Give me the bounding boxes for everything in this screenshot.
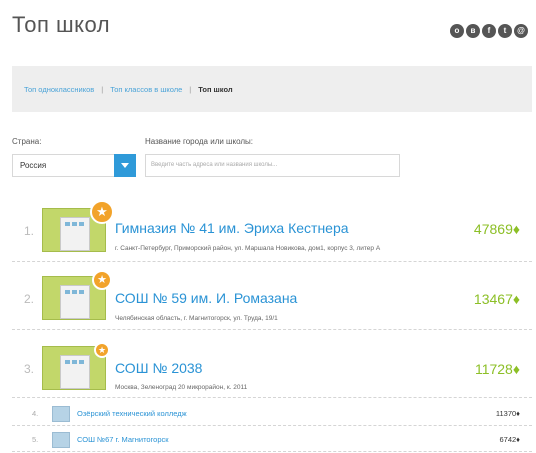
star-badge-icon: ★ <box>94 342 110 358</box>
mail-icon[interactable]: @ <box>514 24 528 38</box>
page-title: Топ школ <box>12 12 111 37</box>
school-score: 6742♦ <box>499 435 520 444</box>
breadcrumb-separator: | <box>189 84 192 94</box>
top-school-row[interactable]: 3. ★ СОШ № 2038 Москва, Зеленоград 20 ми… <box>12 332 532 398</box>
breadcrumb-top-schools: Топ школ <box>198 84 233 94</box>
rank-number: 4. <box>32 409 39 418</box>
city-label: Название города или школы: <box>145 137 253 146</box>
rank-number: 2. <box>24 292 35 306</box>
breadcrumb-top-classmates[interactable]: Топ одноклассников <box>24 85 94 94</box>
school-name-link[interactable]: СОШ №67 г. Магнитогорск <box>77 435 169 444</box>
country-select[interactable]: Россия <box>12 154 136 177</box>
odnoklassniki-icon[interactable]: о <box>450 24 464 38</box>
top-school-row[interactable]: 2. ★ СОШ № 59 им. И. Ромазана Челябинска… <box>12 264 532 330</box>
twitter-icon[interactable]: t <box>498 24 512 38</box>
breadcrumb: Топ одноклассников | Топ классов в школе… <box>12 66 532 112</box>
school-score: 11728♦ <box>474 361 520 377</box>
school-score: 11370♦ <box>495 409 520 418</box>
school-name-link[interactable]: Гимназия № 41 им. Эриха Кестнера <box>115 220 349 236</box>
header: Топ школ о в f t @ <box>0 0 536 54</box>
star-badge-icon: ★ <box>90 200 114 224</box>
vk-icon[interactable]: в <box>466 24 480 38</box>
school-address: Челябинская область, г. Магнитогорск, ул… <box>115 315 278 322</box>
list-item[interactable]: 5. СОШ №67 г. Магнитогорск 6742♦ <box>12 430 532 452</box>
social-links: о в f t @ <box>450 24 528 38</box>
list-item[interactable]: 4. Озёрский технический колледж 11370♦ <box>12 404 532 426</box>
country-value: Россия <box>20 161 47 170</box>
school-score: 13467♦ <box>473 291 520 307</box>
chevron-down-icon[interactable] <box>114 154 136 177</box>
breadcrumb-top-classes[interactable]: Топ классов в школе <box>110 85 182 94</box>
top-school-row[interactable]: 1. ★ Гимназия № 41 им. Эриха Кестнера г.… <box>12 196 532 262</box>
school-address: Москва, Зеленоград 20 микрорайон, к. 201… <box>115 384 248 391</box>
school-score: 47869♦ <box>473 221 520 237</box>
breadcrumb-separator: | <box>101 84 104 94</box>
country-label: Страна: <box>12 137 42 146</box>
school-image[interactable] <box>52 432 70 448</box>
search-input[interactable]: Введите часть адреса или названия школы.… <box>145 154 400 177</box>
school-name-link[interactable]: СОШ № 2038 <box>115 360 202 376</box>
school-image[interactable] <box>52 406 70 422</box>
rank-number: 5. <box>32 435 39 444</box>
star-badge-icon: ★ <box>92 270 112 290</box>
rank-number: 3. <box>24 362 35 376</box>
school-address: г. Санкт-Петербург, Приморский район, ул… <box>115 245 381 252</box>
facebook-icon[interactable]: f <box>482 24 496 38</box>
school-name-link[interactable]: СОШ № 59 им. И. Ромазана <box>115 290 297 306</box>
school-name-link[interactable]: Озёрский технический колледж <box>77 409 187 418</box>
rank-number: 1. <box>24 224 35 238</box>
